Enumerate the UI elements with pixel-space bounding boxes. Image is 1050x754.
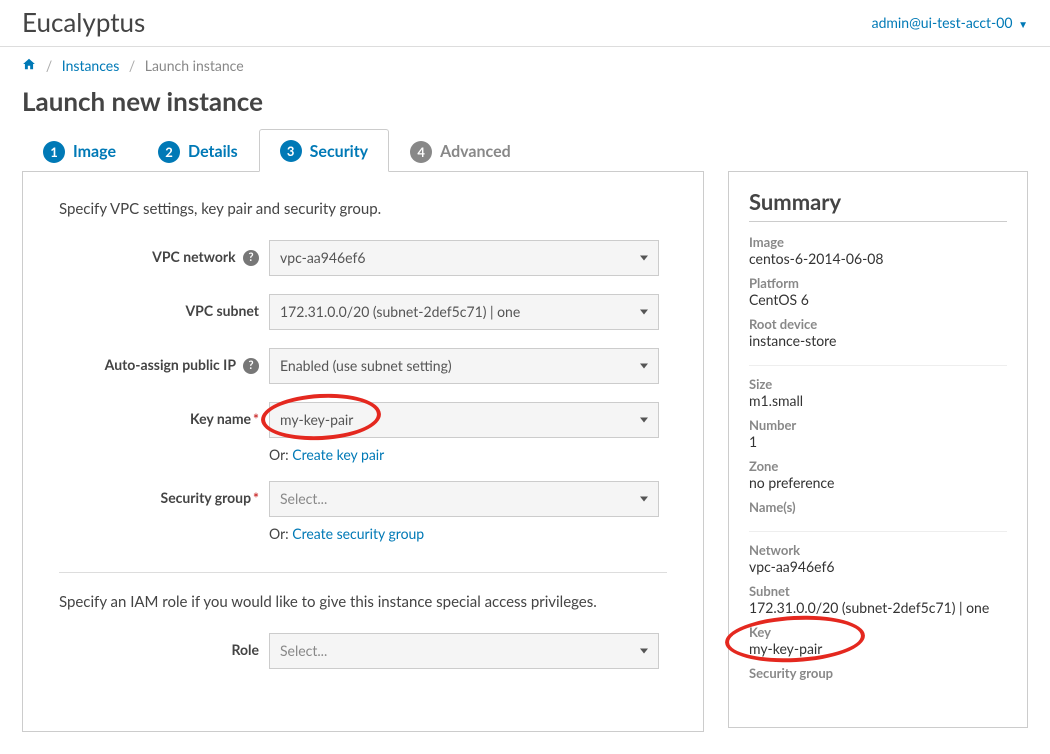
row-role: Role Select... — [59, 633, 667, 669]
summary-label: Subnet — [749, 583, 1007, 599]
wizard-tabs: 1 Image 2 Details 3 Security 4 Advanced — [22, 129, 704, 172]
summary-label: Image — [749, 234, 1007, 250]
label-auto-ip: Auto-assign public IP ? — [59, 348, 269, 374]
page-title: Launch new instance — [0, 79, 1050, 129]
or-create-key: Or: Create key pair — [269, 446, 659, 463]
select-security-group[interactable]: Select... — [269, 481, 659, 517]
summary-label: Name(s) — [749, 499, 1007, 515]
summary-title: Summary — [749, 188, 1007, 222]
select-value: Enabled (use subnet setting) — [280, 357, 452, 374]
account-label: admin@ui-test-acct-00 — [872, 14, 1013, 31]
tab-num: 2 — [158, 141, 180, 163]
tab-security[interactable]: 3 Security — [259, 129, 389, 172]
summary-panel: Summary Imagecentos-6-2014-06-08 Platfor… — [728, 171, 1028, 728]
summary-value: 172.31.0.0/20 (subnet-2def5c71) | one — [749, 599, 1007, 616]
tab-num: 1 — [43, 141, 65, 163]
select-vpc-subnet[interactable]: 172.31.0.0/20 (subnet-2def5c71) | one — [269, 294, 659, 330]
tab-num: 4 — [410, 141, 432, 163]
summary-value: CentOS 6 — [749, 291, 1007, 308]
row-auto-ip: Auto-assign public IP ? Enabled (use sub… — [59, 348, 667, 384]
select-value: vpc-aa946ef6 — [280, 249, 365, 266]
summary-label: Network — [749, 542, 1007, 558]
section-divider — [59, 572, 667, 573]
summary-label: Root device — [749, 316, 1007, 332]
summary-value: centos-6-2014-06-08 — [749, 250, 1007, 267]
summary-value-key: my-key-pair — [749, 640, 1007, 657]
summary-label: Number — [749, 417, 1007, 433]
section-intro: Specify VPC settings, key pair and secur… — [59, 200, 667, 218]
select-vpc-network[interactable]: vpc-aa946ef6 — [269, 240, 659, 276]
top-bar: Eucalyptus admin@ui-test-acct-00 ▼ — [0, 0, 1050, 47]
label-role: Role — [59, 633, 269, 658]
label-vpc-network: VPC network ? — [59, 240, 269, 266]
breadcrumb-current: Launch instance — [145, 57, 244, 74]
brand-title: Eucalyptus — [22, 6, 145, 38]
row-vpc-network: VPC network ? vpc-aa946ef6 — [59, 240, 667, 276]
tab-panel-security: Specify VPC settings, key pair and secur… — [22, 172, 704, 732]
select-value: my-key-pair — [280, 411, 353, 428]
tab-label: Security — [310, 142, 368, 161]
summary-value: 1 — [749, 433, 1007, 450]
required-marker: * — [253, 410, 259, 427]
section-intro-iam: Specify an IAM role if you would like to… — [59, 593, 667, 611]
required-marker: * — [253, 489, 259, 506]
row-vpc-subnet: VPC subnet 172.31.0.0/20 (subnet-2def5c7… — [59, 294, 667, 330]
summary-group-image: Imagecentos-6-2014-06-08 PlatformCentOS … — [749, 234, 1007, 366]
tab-num: 3 — [280, 140, 302, 162]
select-key-name[interactable]: my-key-pair — [269, 402, 659, 438]
tab-advanced[interactable]: 4 Advanced — [389, 129, 532, 172]
summary-value: instance-store — [749, 332, 1007, 349]
chevron-down-icon: ▼ — [1018, 19, 1028, 31]
label-vpc-subnet: VPC subnet — [59, 294, 269, 319]
breadcrumb-sep: / — [129, 57, 135, 74]
or-create-sg: Or: Create security group — [269, 525, 659, 542]
summary-label-key: Key — [749, 624, 1007, 640]
select-placeholder: Select... — [280, 490, 327, 507]
summary-label: Platform — [749, 275, 1007, 291]
select-placeholder: Select... — [280, 642, 327, 659]
summary-value: vpc-aa946ef6 — [749, 558, 1007, 575]
select-value: 172.31.0.0/20 (subnet-2def5c71) | one — [280, 303, 520, 320]
select-auto-ip[interactable]: Enabled (use subnet setting) — [269, 348, 659, 384]
row-security-group: Security group* Select... Or: Create sec… — [59, 481, 667, 542]
row-key-name: Key name* my-key-pair Or: Create key pai… — [59, 402, 667, 463]
breadcrumb-instances[interactable]: Instances — [62, 57, 120, 74]
select-role[interactable]: Select... — [269, 633, 659, 669]
account-menu[interactable]: admin@ui-test-acct-00 ▼ — [872, 14, 1028, 31]
tab-label: Advanced — [440, 142, 511, 161]
summary-label: Size — [749, 376, 1007, 392]
breadcrumb-sep: / — [46, 57, 52, 74]
tab-label: Details — [188, 142, 238, 161]
summary-label: Zone — [749, 458, 1007, 474]
tab-details[interactable]: 2 Details — [137, 129, 259, 172]
summary-value: m1.small — [749, 392, 1007, 409]
link-create-security-group[interactable]: Create security group — [292, 525, 424, 542]
tab-image[interactable]: 1 Image — [22, 129, 137, 172]
help-icon[interactable]: ? — [243, 250, 259, 266]
summary-label: Security group — [749, 665, 1007, 681]
tab-label: Image — [73, 142, 116, 161]
help-icon[interactable]: ? — [243, 358, 259, 374]
summary-group-network: Networkvpc-aa946ef6 Subnet172.31.0.0/20 … — [749, 542, 1007, 697]
breadcrumb: / Instances / Launch instance — [0, 47, 1050, 79]
link-create-key-pair[interactable]: Create key pair — [292, 446, 384, 463]
home-icon[interactable] — [22, 57, 40, 75]
label-security-group: Security group* — [59, 481, 269, 506]
summary-value: no preference — [749, 474, 1007, 491]
summary-group-size: Sizem1.small Number1 Zoneno preference N… — [749, 376, 1007, 532]
label-key-name: Key name* — [59, 402, 269, 427]
